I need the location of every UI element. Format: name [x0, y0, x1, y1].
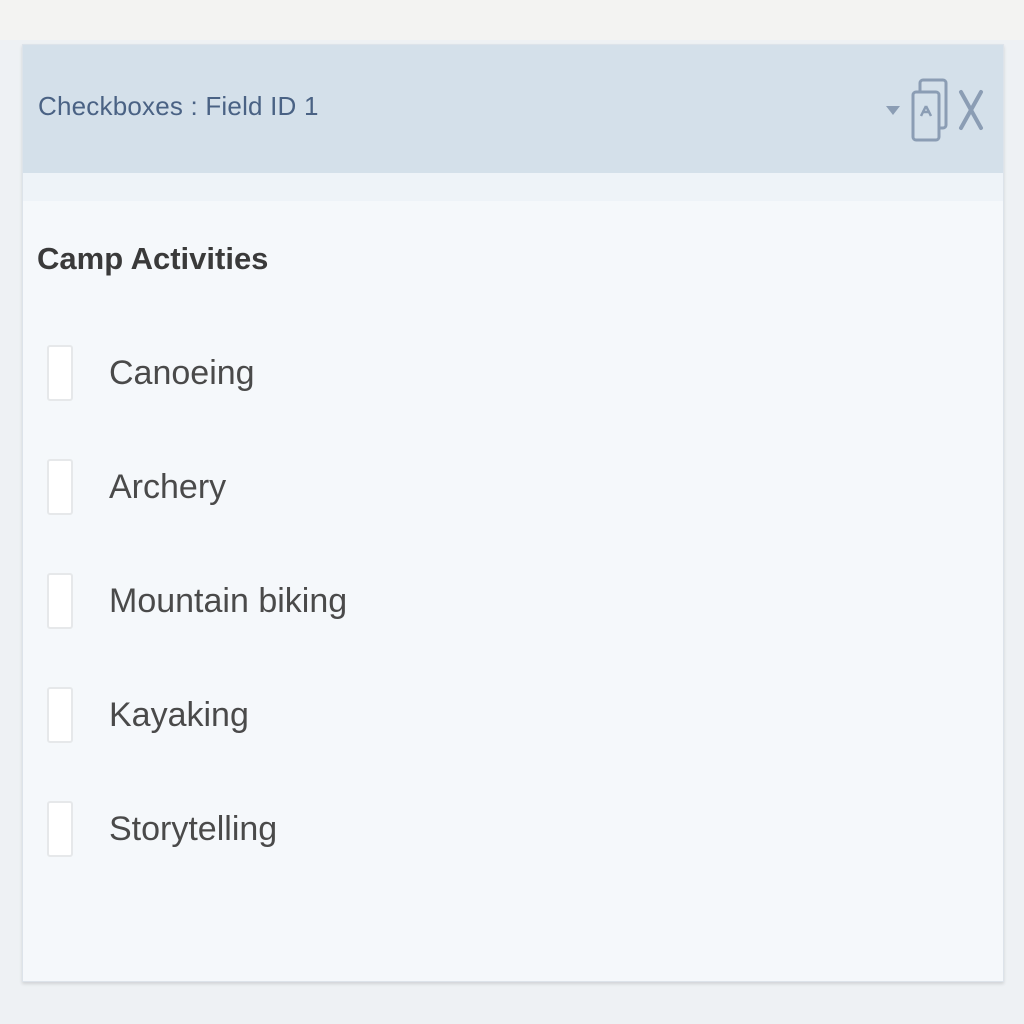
checkbox-input[interactable] [47, 345, 73, 401]
caret-down-icon[interactable] [879, 90, 907, 130]
checkbox-choice-mountain-biking[interactable]: Mountain biking [47, 571, 347, 631]
checkbox-choice-canoeing[interactable]: Canoeing [47, 343, 255, 403]
checkbox-choice-label: Kayaking [109, 695, 249, 734]
checkbox-choice-label: Canoeing [109, 353, 255, 392]
checkbox-choice-archery[interactable]: Archery [47, 457, 226, 517]
field-label: Camp Activities [37, 241, 269, 276]
checkbox-input[interactable] [47, 687, 73, 743]
checkbox-choice-label: Storytelling [109, 809, 278, 848]
field-header-title: Checkboxes : Field ID 1 [38, 91, 319, 121]
checkbox-choice-kayaking[interactable]: Kayaking [47, 685, 249, 745]
checkbox-input[interactable] [47, 459, 73, 515]
header-divider [23, 173, 1003, 201]
field-header-tools [879, 75, 989, 145]
checkbox-input[interactable] [47, 573, 73, 629]
duplicate-icon[interactable] [907, 75, 953, 145]
checkbox-choice-label: Archery [109, 467, 227, 506]
checkbox-choice-storytelling[interactable]: Storytelling [47, 799, 277, 859]
checkbox-choice-label: Mountain biking [109, 581, 348, 620]
checkbox-input[interactable] [47, 801, 73, 857]
top-background-strip [0, 0, 1024, 40]
close-icon[interactable] [953, 80, 989, 140]
field-header[interactable]: Checkboxes : Field ID 1 [23, 45, 1003, 173]
field-editor-panel: Checkboxes : Field ID 1 Camp Activities … [22, 44, 1004, 982]
